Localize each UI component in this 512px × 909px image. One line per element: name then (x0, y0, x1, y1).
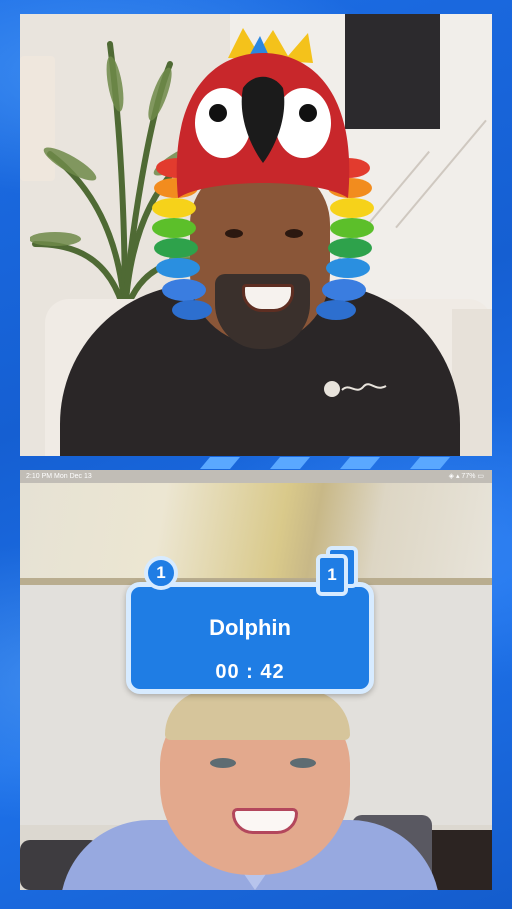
status-icons: ◈ ▴ 77% ▭ (448, 473, 484, 480)
top-video-feed (20, 14, 492, 456)
painting (20, 483, 492, 583)
shirt-logo-icon (324, 381, 387, 397)
bottom-video-feed: 2:10 PM Mon Dec 13 ◈ ▴ 77% ▭ Dolphin 00 … (20, 470, 492, 890)
parrot-hat-icon (152, 28, 374, 320)
cards-count-badge: 1 (316, 554, 348, 596)
card-word: Dolphin (209, 615, 291, 640)
status-time: 2:10 PM Mon Dec 13 (26, 473, 92, 480)
divider-stripes (200, 457, 450, 469)
countdown-timer: 00 : 42 (215, 661, 285, 683)
status-bar: 2:10 PM Mon Dec 13 ◈ ▴ 77% ▭ (20, 470, 492, 483)
hair (165, 690, 350, 740)
score-badge: 1 (144, 556, 178, 590)
word-card[interactable]: Dolphin 00 : 42 (126, 582, 374, 694)
